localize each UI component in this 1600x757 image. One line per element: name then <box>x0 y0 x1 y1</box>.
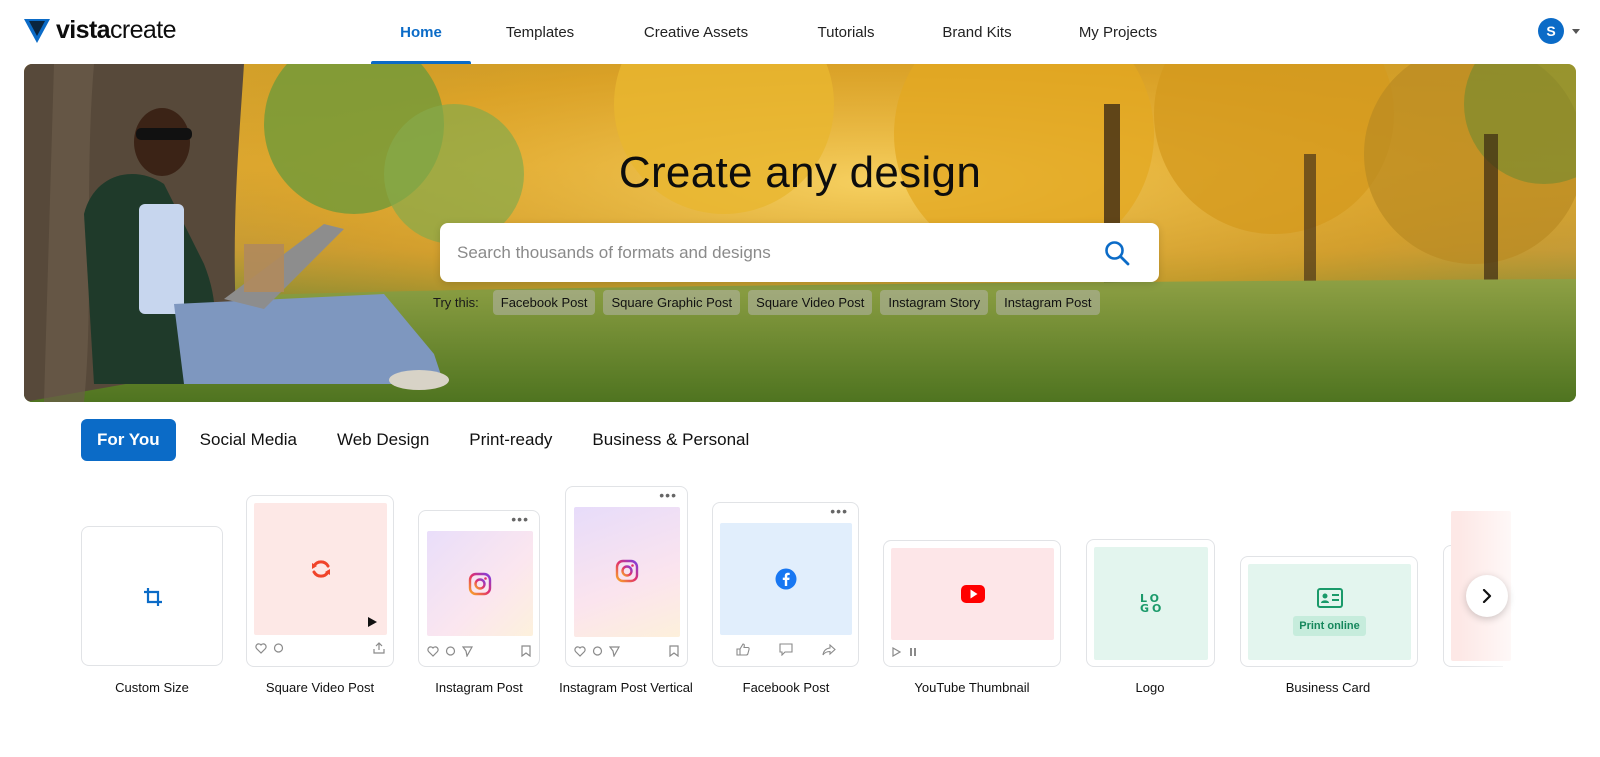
format-card-custom-size[interactable] <box>81 526 223 666</box>
tab-business-personal[interactable]: Business & Personal <box>576 419 765 461</box>
bookmark-icon <box>521 645 531 657</box>
send-icon <box>609 645 620 657</box>
vistacreate-logo[interactable]: vistacreate <box>24 16 176 45</box>
comment-icon <box>778 643 793 656</box>
card-action-bar <box>574 645 679 657</box>
tab-for-you[interactable]: For You <box>81 419 176 461</box>
video-loop-icon <box>311 560 330 578</box>
format-card-instagram-post[interactable]: ••• <box>418 510 540 667</box>
main-nav: Home Templates Creative Assets Tutorials… <box>371 0 1191 64</box>
carousel-next-button[interactable] <box>1466 575 1508 617</box>
thumbnail <box>254 503 387 635</box>
chevron-right-icon <box>1482 589 1492 603</box>
format-card-youtube-thumbnail[interactable] <box>883 540 1061 667</box>
thumbnail <box>720 523 852 635</box>
more-icon[interactable]: ••• <box>659 488 677 502</box>
thumbnail <box>574 507 680 637</box>
nav-creative-assets[interactable]: Creative Assets <box>609 0 783 64</box>
heart-icon <box>255 642 267 654</box>
suggestion-chip[interactable]: Square Graphic Post <box>603 290 741 315</box>
hero-banner: Create any design <box>24 64 1576 402</box>
card-action-bar <box>892 647 1052 657</box>
share-icon <box>821 643 836 655</box>
youtube-icon <box>960 585 985 603</box>
instagram-icon <box>615 559 639 583</box>
suggestion-chip[interactable]: Facebook Post <box>492 290 596 315</box>
vistacreate-logo-mark-icon <box>24 18 50 43</box>
format-label: Logo <box>1135 680 1165 695</box>
format-card-business-card[interactable]: Print online <box>1240 556 1418 667</box>
hero-title: Create any design <box>618 148 982 197</box>
nav-my-projects[interactable]: My Projects <box>1045 0 1191 64</box>
tab-print-ready[interactable]: Print-ready <box>453 419 568 461</box>
pause-icon <box>910 648 916 656</box>
thumbnail <box>427 531 533 636</box>
logo-icon: LO GO <box>1140 591 1165 615</box>
avatar[interactable]: S <box>1538 18 1564 44</box>
comment-icon <box>445 645 456 656</box>
card-action-bar <box>427 645 531 657</box>
format-label: Square Video Post <box>265 680 375 695</box>
nav-home[interactable]: Home <box>371 0 471 64</box>
format-label: Instagram Post Vertical <box>559 680 693 695</box>
play-icon <box>368 617 377 627</box>
more-icon[interactable]: ••• <box>511 512 529 526</box>
card-action-bar <box>721 643 850 656</box>
format-label: Business Card <box>1285 680 1371 695</box>
heart-icon <box>427 645 439 657</box>
search-input[interactable] <box>457 223 1057 282</box>
format-label: Custom Size <box>115 680 189 695</box>
thumbnail <box>891 548 1054 640</box>
tab-social-media[interactable]: Social Media <box>184 419 313 461</box>
like-icon <box>735 643 750 656</box>
nav-brand-kits[interactable]: Brand Kits <box>909 0 1045 64</box>
instagram-icon <box>468 572 492 595</box>
nav-templates[interactable]: Templates <box>471 0 609 64</box>
suggestion-chip[interactable]: Square Video Post <box>748 290 873 315</box>
format-card-logo[interactable]: LO GO <box>1086 539 1215 667</box>
format-card-square-video-post[interactable] <box>246 495 394 667</box>
comment-icon <box>273 642 284 653</box>
category-tabs: For You Social Media Web Design Print-re… <box>81 419 765 461</box>
print-online-badge: Print online <box>1293 616 1366 636</box>
account-menu[interactable]: S <box>1538 18 1580 44</box>
logo-wordmark: vistacreate <box>56 16 176 44</box>
suggestion-chip[interactable]: Instagram Post <box>996 290 1100 315</box>
chevron-down-icon[interactable] <box>1572 28 1580 34</box>
format-card-facebook-post[interactable]: ••• <box>712 502 859 667</box>
suggestion-chip[interactable]: Instagram Story <box>880 290 989 315</box>
facebook-icon <box>775 568 797 590</box>
search-suggestions: Try this: Facebook Post Square Graphic P… <box>433 290 1100 315</box>
bookmark-icon <box>669 645 679 657</box>
format-label: YouTube Thumbnail <box>914 680 1030 695</box>
try-this-label: Try this: <box>433 295 479 310</box>
id-card-icon <box>1316 588 1343 608</box>
hero-search-box <box>440 223 1159 282</box>
tab-web-design[interactable]: Web Design <box>321 419 445 461</box>
card-action-bar <box>255 642 385 654</box>
thumbnail: Print online <box>1248 564 1411 660</box>
thumbnail: LO GO <box>1094 547 1208 660</box>
heart-icon <box>574 645 586 657</box>
more-icon[interactable]: ••• <box>830 504 848 518</box>
play-icon <box>892 647 901 657</box>
nav-tutorials[interactable]: Tutorials <box>783 0 909 64</box>
send-icon <box>462 645 473 657</box>
search-icon[interactable] <box>1103 239 1131 267</box>
format-label: Facebook Post <box>742 680 830 695</box>
format-card-instagram-post-vertical[interactable]: ••• <box>565 486 688 667</box>
crop-icon <box>144 588 162 606</box>
comment-icon <box>592 645 603 656</box>
top-header: vistacreate Home Templates Creative Asse… <box>0 0 1600 64</box>
share-icon <box>373 642 385 654</box>
